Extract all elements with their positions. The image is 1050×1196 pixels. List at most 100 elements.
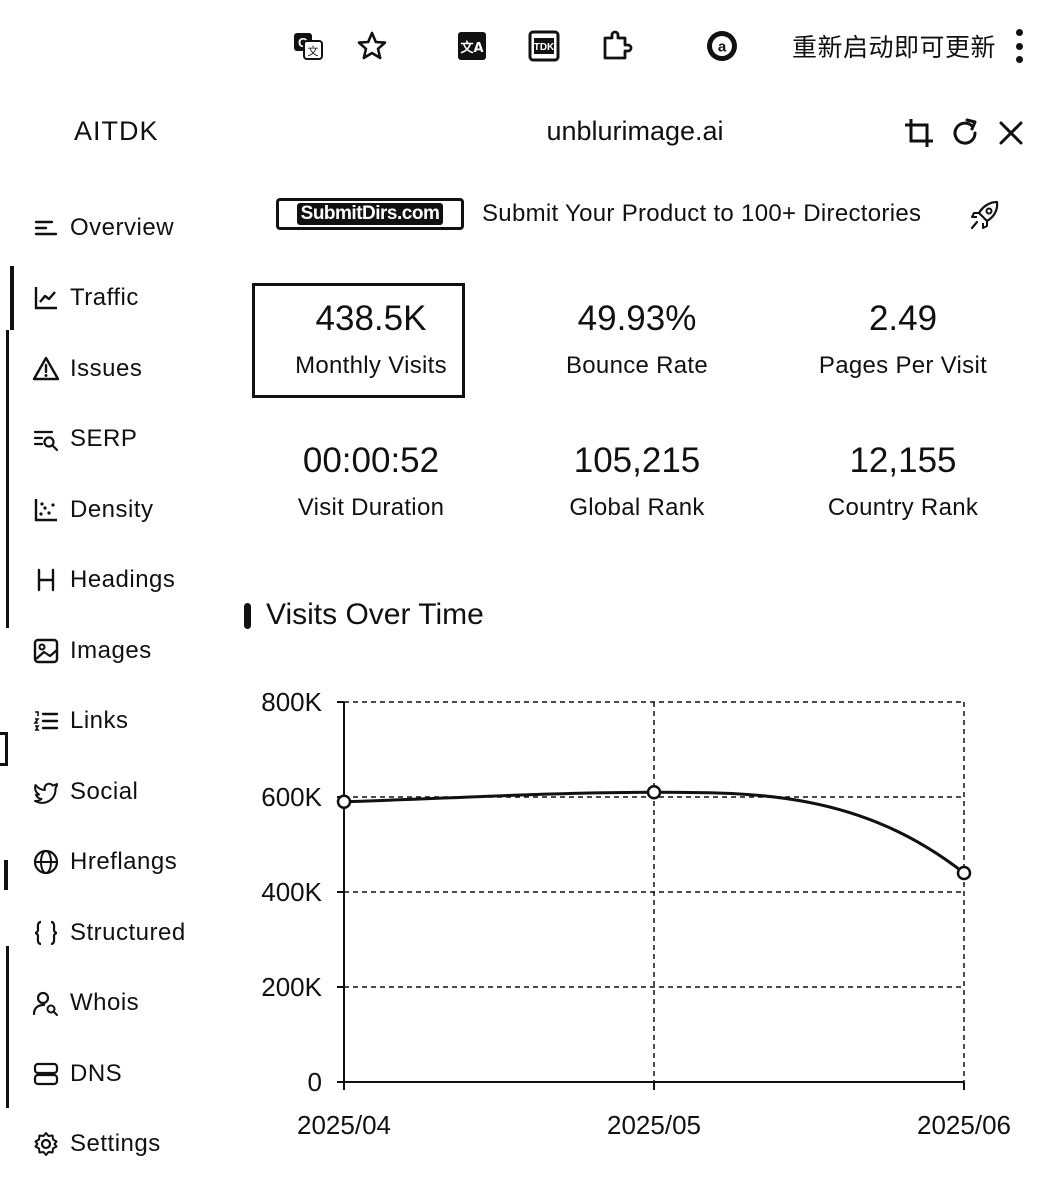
y-tick-label: 0: [308, 1067, 322, 1097]
sidebar-item-dns[interactable]: DNS: [30, 1054, 122, 1094]
stat-bounce-rate: 49.93% Bounce Rate: [507, 297, 767, 381]
image-icon: [30, 635, 62, 667]
crop-icon[interactable]: [902, 116, 938, 152]
sidebar-item-serp[interactable]: SERP: [30, 419, 137, 459]
heading-icon: [30, 564, 62, 596]
translate-icon[interactable]: G文: [288, 26, 328, 66]
stat-country-rank: 12,155 Country Rank: [773, 439, 1033, 523]
extension-tdk-icon[interactable]: TDK: [524, 26, 564, 66]
braces-icon: [30, 917, 62, 949]
stat-value: 438.5K: [315, 299, 427, 338]
more-vert-icon[interactable]: [1008, 26, 1030, 66]
data-point: [646, 785, 662, 800]
section-title: Visits Over Time: [266, 598, 484, 631]
data-point: [956, 865, 972, 881]
sidebar-item-label: Links: [70, 707, 129, 734]
stat-visit-duration: 00:00:52 Visit Duration: [241, 439, 501, 523]
data-point: [336, 794, 352, 809]
sidebar-item-label: Overview: [70, 214, 175, 241]
stat-global-rank: 105,215 Global Rank: [507, 439, 767, 523]
twitter-icon: [30, 776, 62, 808]
server-icon: [30, 1058, 62, 1090]
stat-monthly-visits: 438.5K Monthly Visits: [241, 297, 501, 381]
edge-divider: [10, 266, 14, 330]
y-tick-label: 200K: [261, 972, 322, 1002]
stat-value: 105,215: [573, 441, 701, 480]
stat-label: Visit Duration: [297, 494, 445, 521]
sidebar-item-whois[interactable]: Whois: [30, 983, 139, 1023]
overview-icon: [30, 212, 62, 244]
stat-label: Country Rank: [827, 494, 979, 521]
svg-text:文A: 文A: [460, 40, 483, 56]
user-search-icon: [30, 987, 62, 1019]
sidebar-item-label: Traffic: [70, 284, 139, 311]
edge-fragment: [0, 732, 8, 766]
sidebar-item-label: Structured: [70, 919, 186, 946]
sidebar-item-links[interactable]: Links: [30, 701, 129, 741]
star-icon[interactable]: [352, 26, 392, 66]
list-icon: [30, 705, 62, 737]
stat-label: Monthly Visits: [295, 352, 447, 379]
rocket-icon: [968, 198, 1002, 232]
sidebar-item-social[interactable]: Social: [30, 772, 138, 812]
sidebar-item-label: Settings: [70, 1130, 161, 1157]
stat-value: 2.49: [868, 299, 938, 338]
svg-text:文: 文: [308, 44, 319, 58]
sidebar-item-headings[interactable]: Headings: [30, 560, 175, 600]
sidebar-item-structured[interactable]: Structured: [30, 913, 186, 953]
stat-label: Global Rank: [569, 494, 705, 521]
y-tick-label: 400K: [261, 877, 322, 907]
sidebar-item-label: DNS: [70, 1060, 123, 1087]
refresh-icon[interactable]: [948, 116, 984, 152]
x-tick-label: 2025/05: [607, 1110, 701, 1140]
brand-logo: AITDK: [74, 116, 159, 146]
svg-text:a: a: [718, 39, 727, 56]
visits-chart: 0 200K 400K 600K 800K 2025/04 2025/05 2025/06: [261, 687, 1011, 1140]
edge-divider: [4, 860, 8, 890]
sidebar-item-issues[interactable]: Issues: [30, 349, 142, 389]
sidebar-item-density[interactable]: Density: [30, 490, 154, 530]
y-tick-label: 600K: [261, 782, 322, 812]
y-tick-label: 800K: [261, 687, 322, 717]
stat-value: 00:00:52: [302, 441, 440, 480]
stat-pages-per-visit: 2.49 Pages Per Visit: [773, 297, 1033, 381]
sidebar-item-overview[interactable]: Overview: [30, 208, 174, 248]
stat-value: 49.93%: [577, 299, 697, 338]
density-icon: [30, 494, 62, 526]
sidebar-item-label: Images: [70, 637, 152, 664]
warning-icon: [30, 353, 62, 385]
sidebar-item-images[interactable]: Images: [30, 631, 152, 671]
current-domain: unblurimage.ai: [546, 116, 724, 146]
sidebar-item-traffic[interactable]: Traffic: [30, 278, 139, 318]
extensions-puzzle-icon[interactable]: [596, 26, 636, 66]
sidebar-item-label: Whois: [70, 989, 140, 1016]
close-icon[interactable]: [994, 116, 1030, 152]
sidebar-item-label: Density: [70, 496, 154, 523]
sidebar-item-label: Hreflangs: [70, 848, 178, 875]
promo-badge[interactable]: SubmitDirs.com: [276, 198, 464, 230]
sidebar-item-hreflangs[interactable]: Hreflangs: [30, 842, 177, 882]
section-marker: [244, 603, 251, 629]
extension-text-icon[interactable]: 文A: [452, 26, 492, 66]
stat-label: Pages Per Visit: [818, 352, 988, 379]
sidebar-item-label: SERP: [70, 425, 138, 452]
x-tick-label: 2025/06: [917, 1110, 1011, 1140]
promo-text[interactable]: Submit Your Product to 100+ Directories: [482, 200, 921, 228]
sidebar-item-label: Social: [70, 778, 139, 805]
chart-line-icon: [30, 282, 62, 314]
edge-divider: [6, 330, 9, 628]
edge-divider: [6, 946, 9, 1108]
promo-badge-text: SubmitDirs.com: [296, 203, 444, 225]
gear-icon: [30, 1128, 62, 1160]
update-notice[interactable]: 重新启动即可更新: [792, 28, 996, 64]
globe-icon: [30, 846, 62, 878]
svg-text:TDK: TDK: [534, 42, 555, 53]
stat-value: 12,155: [849, 441, 957, 480]
sidebar-item-label: Issues: [70, 355, 143, 382]
serp-icon: [30, 423, 62, 455]
account-icon[interactable]: a: [702, 26, 742, 66]
sidebar-item-settings[interactable]: Settings: [30, 1124, 161, 1164]
stat-label: Bounce Rate: [565, 352, 709, 379]
sidebar-item-label: Headings: [70, 566, 176, 593]
x-tick-label: 2025/04: [297, 1110, 391, 1140]
